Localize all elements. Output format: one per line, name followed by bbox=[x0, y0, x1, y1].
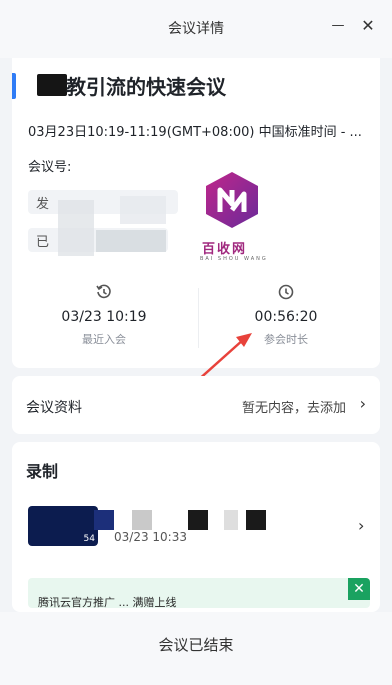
banner-text: 腾讯云官方推广 ... 满赠上线 bbox=[38, 596, 177, 608]
chevron-right-icon: › bbox=[359, 394, 366, 413]
blur-mask bbox=[120, 196, 166, 224]
materials-row[interactable]: 会议资料 暂无内容，去添加 › bbox=[12, 376, 380, 434]
meeting-subject: 教引流的快速会议 bbox=[66, 75, 226, 99]
blur-mask bbox=[96, 230, 166, 252]
materials-label: 会议资料 bbox=[26, 400, 82, 416]
meeting-time: 03月23日10:19-11:19(GMT+08:00) 中国标准时间 - ..… bbox=[28, 125, 362, 140]
footer: 会议已结束 bbox=[0, 612, 392, 685]
close-button[interactable]: ✕ bbox=[358, 16, 378, 36]
recording-thumbnail: 54 bbox=[28, 506, 98, 546]
mosaic-mask bbox=[132, 510, 152, 530]
meeting-details-window: 会议详情 — ✕ 教引流的快速会议 03月23日10:19-11:19(GMT+… bbox=[0, 0, 392, 685]
close-icon[interactable]: ✕ bbox=[348, 578, 370, 600]
watermark-brand-en: BAI SHOU WANG bbox=[200, 256, 268, 262]
history-icon bbox=[96, 284, 111, 299]
mosaic-mask bbox=[94, 510, 114, 530]
mosaic-mask bbox=[246, 510, 266, 530]
blur-mask bbox=[58, 200, 94, 256]
recording-duration: 54 bbox=[83, 534, 95, 544]
watermark-logo-icon bbox=[206, 172, 258, 228]
redaction-mask bbox=[37, 74, 67, 96]
recording-heading: 录制 bbox=[26, 462, 59, 481]
recording-item[interactable]: 54 03/23 10:33 › bbox=[28, 506, 368, 550]
chevron-right-icon: › bbox=[358, 516, 365, 535]
minimize-button[interactable]: — bbox=[328, 16, 348, 36]
promo-banner[interactable]: 腾讯云官方推广 ... 满赠上线 ✕ bbox=[28, 578, 370, 608]
duration-value: 00:56:20 bbox=[254, 309, 318, 325]
clock-icon bbox=[278, 284, 294, 300]
title-bar: 会议详情 — ✕ bbox=[0, 0, 392, 58]
mosaic-mask bbox=[188, 510, 208, 530]
watermark-brand: 百收网 bbox=[202, 242, 248, 257]
last-join-value: 03/23 10:19 bbox=[61, 309, 147, 325]
materials-value[interactable]: 暂无内容，去添加 bbox=[242, 397, 346, 416]
joined-label: 已 bbox=[36, 235, 50, 250]
recording-time: 03/23 10:33 bbox=[114, 530, 187, 544]
mosaic-mask bbox=[224, 510, 238, 530]
host-label: 发 bbox=[36, 197, 50, 212]
meeting-ended-status: 会议已结束 bbox=[158, 636, 234, 654]
accent-bar bbox=[12, 73, 16, 99]
meeting-number-label: 会议号: bbox=[28, 160, 72, 175]
